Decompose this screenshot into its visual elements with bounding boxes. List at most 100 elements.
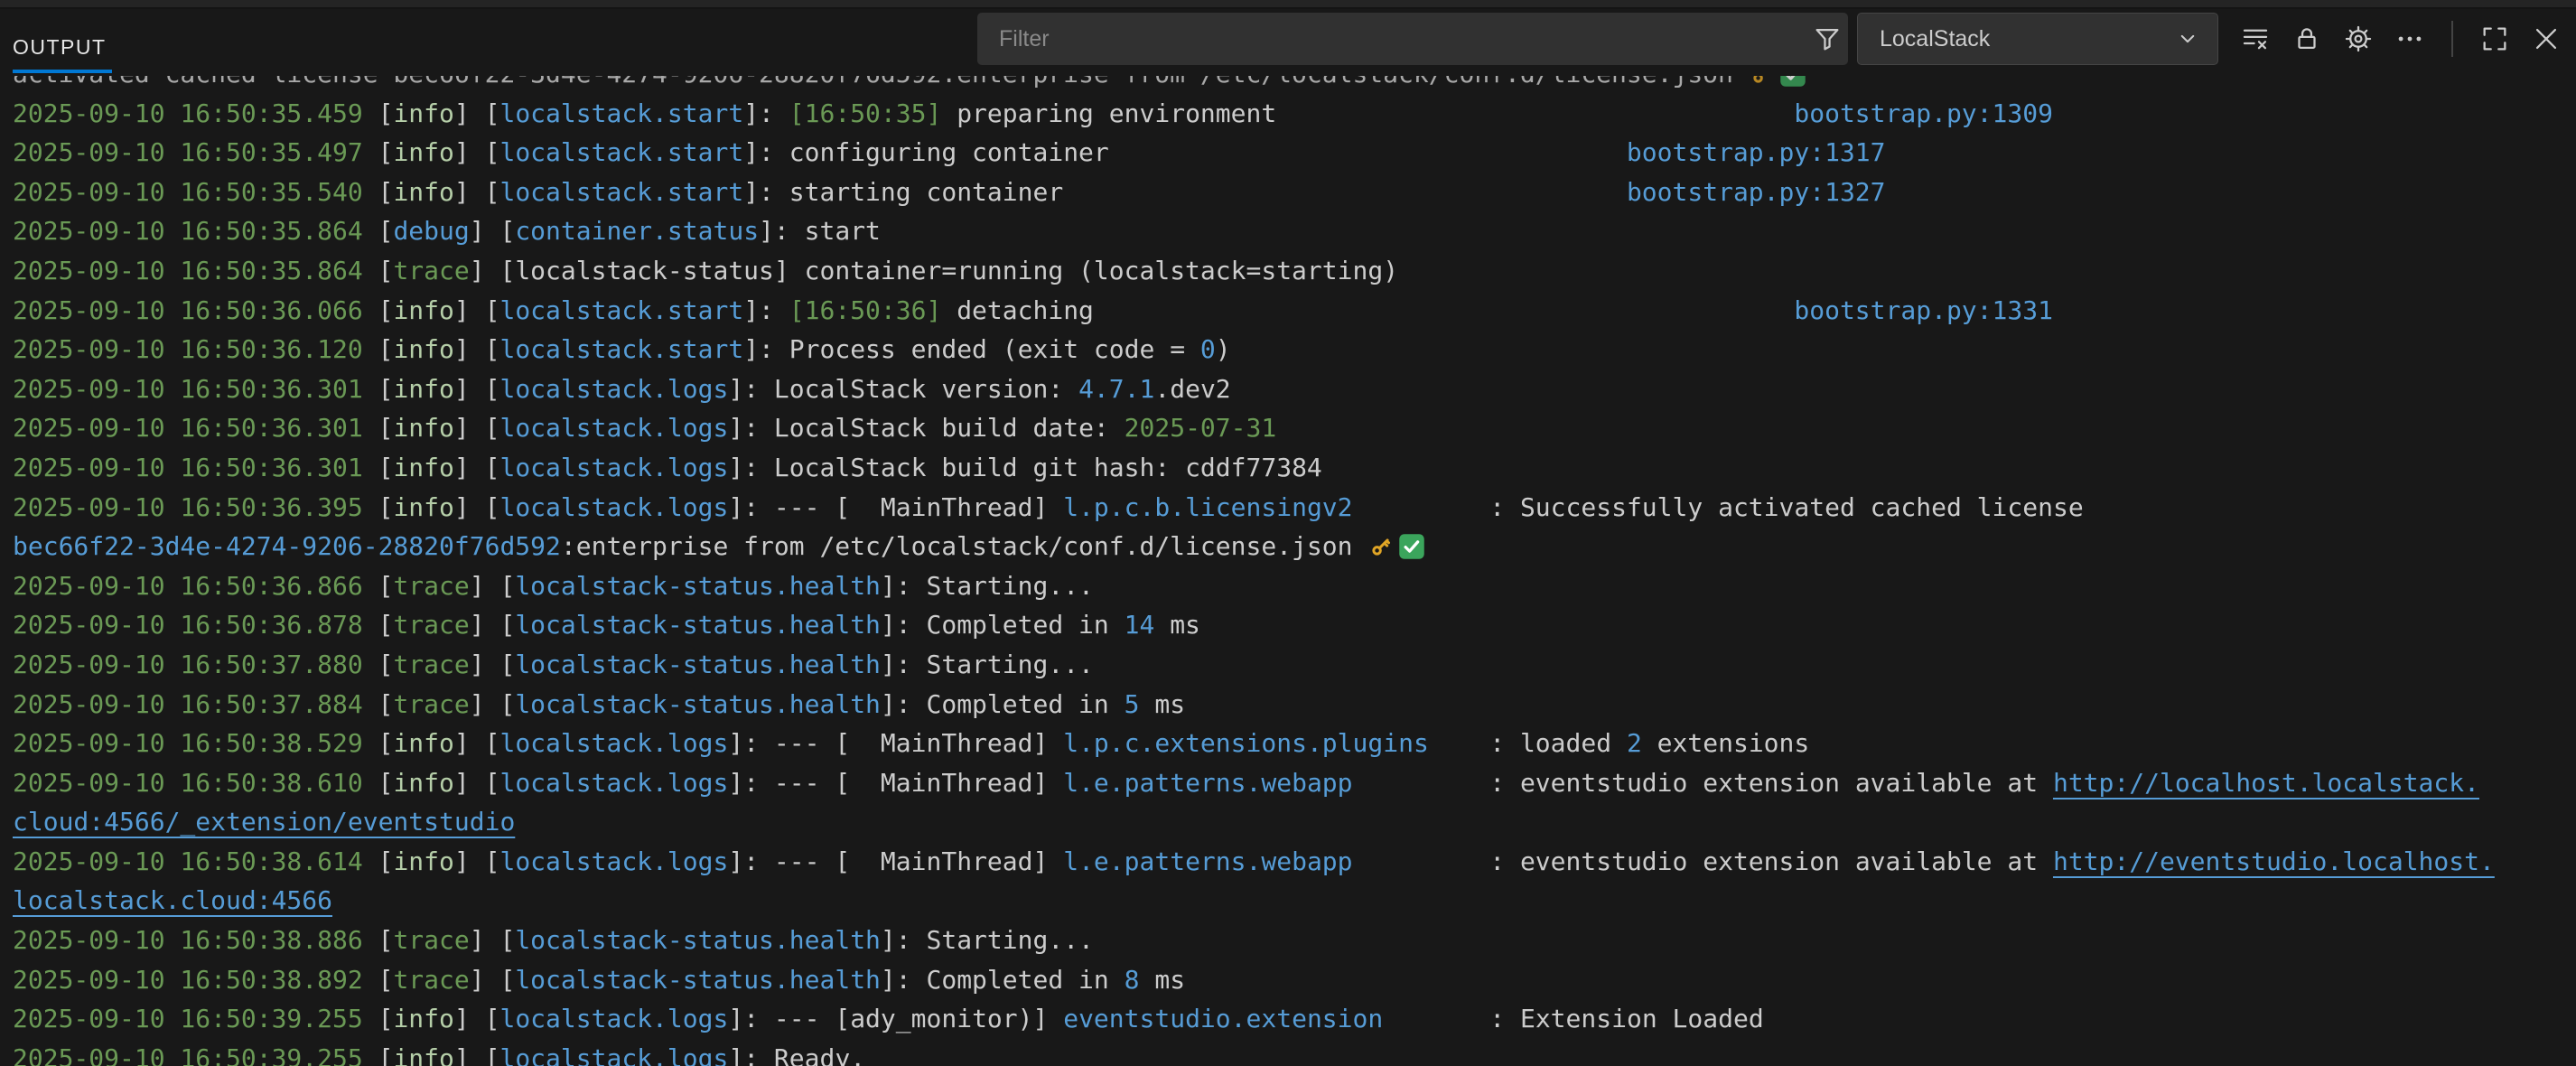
- pad: [1353, 492, 1490, 522]
- url-link[interactable]: http://eventstudio.localhost.: [2053, 846, 2495, 876]
- log-text: [: [363, 453, 394, 482]
- log-text: info: [393, 374, 453, 404]
- log-lines: activated cached license bec66f22-3d4e-4…: [0, 76, 2576, 1066]
- file-link[interactable]: bootstrap.py:1317: [1627, 137, 1886, 167]
- log-text: [: [363, 295, 394, 325]
- log-text: [: [363, 728, 394, 758]
- log-text: ]:: [743, 98, 789, 128]
- file-link[interactable]: bootstrap.py:1327: [1627, 177, 1886, 207]
- log-line: 2025-09-10 16:50:36.301 [info] [localsta…: [13, 448, 2576, 488]
- lock-icon[interactable]: [2286, 14, 2328, 63]
- output-channel-select[interactable]: LocalStack: [1857, 13, 2218, 65]
- log-line: 2025-09-10 16:50:37.884 [trace] [localst…: [13, 685, 2576, 725]
- log-text: localstack-status.health: [515, 650, 881, 679]
- log-text: ]: --- [ MainThread]: [728, 846, 1063, 876]
- log-text: 2025-09-10 16:50:35.540: [13, 177, 363, 207]
- log-text: container.status: [515, 216, 759, 246]
- log-text: ]: --- [ MainThread]: [728, 728, 1063, 758]
- log-text: ] [: [454, 846, 500, 876]
- log-text: 2025-09-10 16:50:36.301: [13, 453, 363, 482]
- log-text: ] [localstack-status] container=running …: [470, 256, 1398, 285]
- log-text: l.e.patterns.webapp: [1063, 768, 1352, 798]
- log-text: eventstudio.extension: [1063, 1004, 1383, 1033]
- pad: [1353, 846, 1490, 876]
- log-text: : eventstudio extension available at: [1489, 846, 2053, 876]
- log-text: l.p.c.extensions.plugins: [1063, 728, 1429, 758]
- log-text: [: [363, 216, 394, 246]
- log-text: ] [: [454, 728, 500, 758]
- log-text: [: [363, 177, 394, 207]
- log-text: ]: --- [ MainThread]: [728, 492, 1063, 522]
- clear-output-icon[interactable]: [2235, 14, 2276, 63]
- filter-icon[interactable]: [1806, 14, 1848, 63]
- log-text: localstack.logs: [499, 846, 728, 876]
- panel-actions: [2235, 13, 2567, 65]
- log-text: localstack.logs: [499, 453, 728, 482]
- log-text: 0: [1200, 334, 1216, 364]
- more-actions-icon[interactable]: [2389, 14, 2431, 63]
- log-text: info: [393, 492, 453, 522]
- close-panel-icon[interactable]: [2525, 14, 2567, 63]
- log-text: ]: Process ended (exit code =: [743, 334, 1200, 364]
- log-text: info: [393, 1004, 453, 1033]
- log-text: localstack.logs: [499, 1004, 728, 1033]
- panel-top-edge: [0, 0, 2576, 9]
- log-text: ]: LocalStack build date:: [728, 413, 1124, 443]
- log-text: detaching: [941, 295, 1094, 325]
- gear-icon[interactable]: [2338, 14, 2379, 63]
- log-text: ] [: [470, 571, 516, 601]
- log-text: ]: starting container: [743, 177, 1063, 207]
- log-text: [: [363, 571, 394, 601]
- log-line: 2025-09-10 16:50:36.301 [info] [localsta…: [13, 408, 2576, 448]
- filter-input[interactable]: [977, 26, 1806, 52]
- log-text: localstack-status.health: [515, 689, 881, 719]
- file-link[interactable]: bootstrap.py:1309: [1794, 98, 2053, 128]
- log-text: localstack.start: [499, 295, 743, 325]
- log-text: preparing environment: [941, 98, 1276, 128]
- log-text: trace: [393, 965, 469, 995]
- log-line: 2025-09-10 16:50:37.880 [trace] [localst…: [13, 645, 2576, 685]
- url-link[interactable]: http://localhost.localstack.: [2053, 768, 2479, 798]
- output-log: activated cached license bec66f22-3d4e-4…: [0, 76, 2576, 1066]
- log-text: ]: LocalStack version:: [728, 374, 1078, 404]
- maximize-panel-icon[interactable]: [2474, 14, 2515, 63]
- log-text: 2025-09-10 16:50:36.066: [13, 295, 363, 325]
- url-link[interactable]: cloud:4566/_extension/eventstudio: [13, 807, 515, 837]
- check-emoji-icon: [1398, 532, 1425, 572]
- output-channel-value: LocalStack: [1880, 26, 1990, 52]
- file-link[interactable]: bootstrap.py:1331: [1794, 295, 2053, 325]
- log-text: info: [393, 768, 453, 798]
- log-text: 2025-07-31: [1125, 413, 1277, 443]
- log-text: [: [363, 256, 394, 285]
- log-text: : Successfully activated cached license: [1489, 492, 2083, 522]
- log-text: [16:50:35]: [789, 98, 942, 128]
- log-text: 2025-09-10 16:50:38.886: [13, 925, 363, 955]
- log-text: 2025-09-10 16:50:36.395: [13, 492, 363, 522]
- log-text: .dev2: [1154, 374, 1230, 404]
- log-text: ] [: [454, 1004, 500, 1033]
- pad: [1109, 137, 1627, 167]
- log-text: localstack-status.health: [515, 965, 881, 995]
- log-line: 2025-09-10 16:50:36.301 [info] [localsta…: [13, 369, 2576, 409]
- log-text: : loaded: [1489, 728, 1627, 758]
- log-text: ] [: [470, 925, 516, 955]
- pad: [1276, 98, 1794, 128]
- url-link[interactable]: localstack.cloud:4566: [13, 885, 332, 915]
- log-line: 2025-09-10 16:50:38.614 [info] [localsta…: [13, 842, 2576, 882]
- log-text: localstack.start: [499, 334, 743, 364]
- log-line: 2025-09-10 16:50:35.540 [info] [localsta…: [13, 173, 2576, 212]
- log-line: 2025-09-10 16:50:39.255 [info] [localsta…: [13, 999, 2576, 1039]
- log-text: ] [: [454, 374, 500, 404]
- log-text: localstack.logs: [499, 728, 728, 758]
- log-text: trace: [393, 689, 469, 719]
- tab-output[interactable]: OUTPUT: [13, 34, 112, 73]
- log-text: ] [: [454, 768, 500, 798]
- log-text: ]: configuring container: [743, 137, 1109, 167]
- log-text: localstack-status.health: [515, 571, 881, 601]
- log-text: localstack.logs: [499, 1043, 728, 1066]
- log-text: trace: [393, 650, 469, 679]
- log-text: ] [: [454, 1043, 500, 1066]
- log-line: activated cached license bec66f22-3d4e-4…: [13, 76, 2576, 94]
- key-emoji-icon: [1749, 76, 1776, 99]
- log-text: [: [363, 925, 394, 955]
